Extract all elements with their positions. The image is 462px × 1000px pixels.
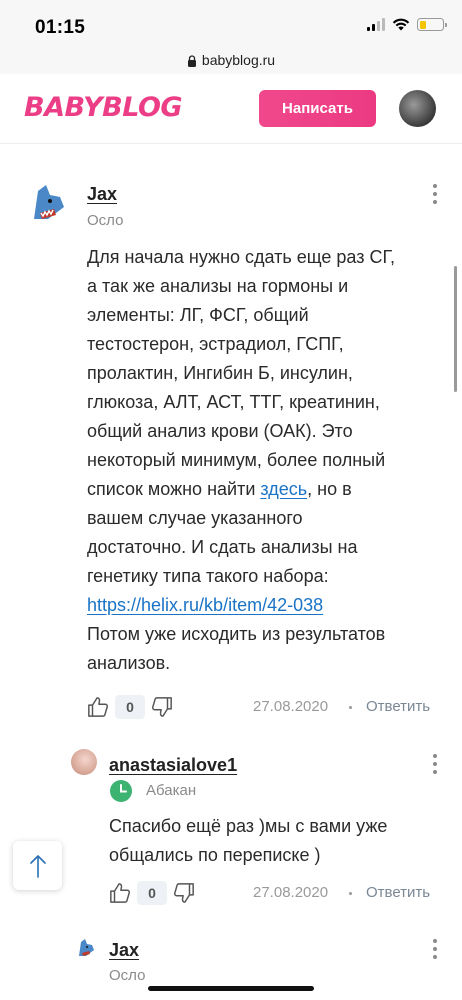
signal-icon — [367, 18, 385, 31]
comment-date: 27.08.2020 — [253, 698, 329, 715]
vote-controls: 0 — [87, 695, 173, 719]
arrow-up-icon — [29, 854, 46, 878]
comment-date: 27.08.2020 — [253, 884, 329, 901]
comment-city: Осло — [87, 212, 124, 229]
comment-author[interactable]: Jax — [87, 184, 117, 205]
shark-avatar[interactable] — [75, 938, 95, 958]
comment-text: Для начала нужно сдать еще раз СГ, а так… — [87, 247, 396, 673]
comment-text: Спасибо ещё раз )мы с вами уже общались … — [109, 816, 388, 865]
url-text: babyblog.ru — [201, 52, 276, 68]
status-bar: 01:15 — [0, 0, 462, 46]
separator-dot — [349, 706, 352, 709]
thumbs-down-icon[interactable] — [173, 882, 195, 904]
home-indicator[interactable] — [148, 986, 314, 991]
lock-icon — [187, 55, 196, 67]
shark-avatar[interactable] — [26, 183, 66, 223]
user-avatar[interactable] — [71, 749, 97, 775]
reply-button[interactable]: Ответить — [366, 698, 430, 715]
comment-city: Осло — [109, 967, 146, 984]
scrollbar[interactable] — [454, 266, 457, 392]
more-menu-icon[interactable] — [433, 184, 437, 208]
status-icons — [367, 18, 447, 31]
thumbs-up-icon[interactable] — [87, 696, 109, 718]
helix-link[interactable]: https://helix.ru/kb/item/42-038 — [87, 595, 323, 615]
comment-author[interactable]: anastasialove1 — [109, 755, 237, 776]
comment-author[interactable]: Jax — [109, 940, 139, 961]
more-menu-icon[interactable] — [433, 939, 437, 963]
site-header: BABYBLOG Написать — [0, 74, 462, 144]
battery-icon — [417, 18, 447, 31]
vote-controls: 0 — [109, 881, 195, 905]
babyblog-logo[interactable]: BABYBLOG — [24, 92, 183, 123]
comment-city: Абакан — [146, 782, 197, 799]
user-avatar[interactable] — [399, 90, 436, 127]
separator-dot — [349, 892, 352, 895]
link-here[interactable]: здесь — [260, 479, 307, 499]
more-menu-icon[interactable] — [433, 754, 437, 778]
url-bar[interactable]: babyblog.ru — [0, 46, 462, 74]
clock: 01:15 — [35, 17, 86, 38]
scroll-to-top-button[interactable] — [13, 841, 62, 890]
like-count: 0 — [137, 881, 167, 905]
write-button[interactable]: Написать — [259, 90, 376, 127]
reply-button[interactable]: Ответить — [366, 884, 430, 901]
clock-status-icon — [110, 780, 132, 802]
like-count: 0 — [115, 695, 145, 719]
thumbs-up-icon[interactable] — [109, 882, 131, 904]
wifi-icon — [392, 18, 410, 31]
thumbs-down-icon[interactable] — [151, 696, 173, 718]
